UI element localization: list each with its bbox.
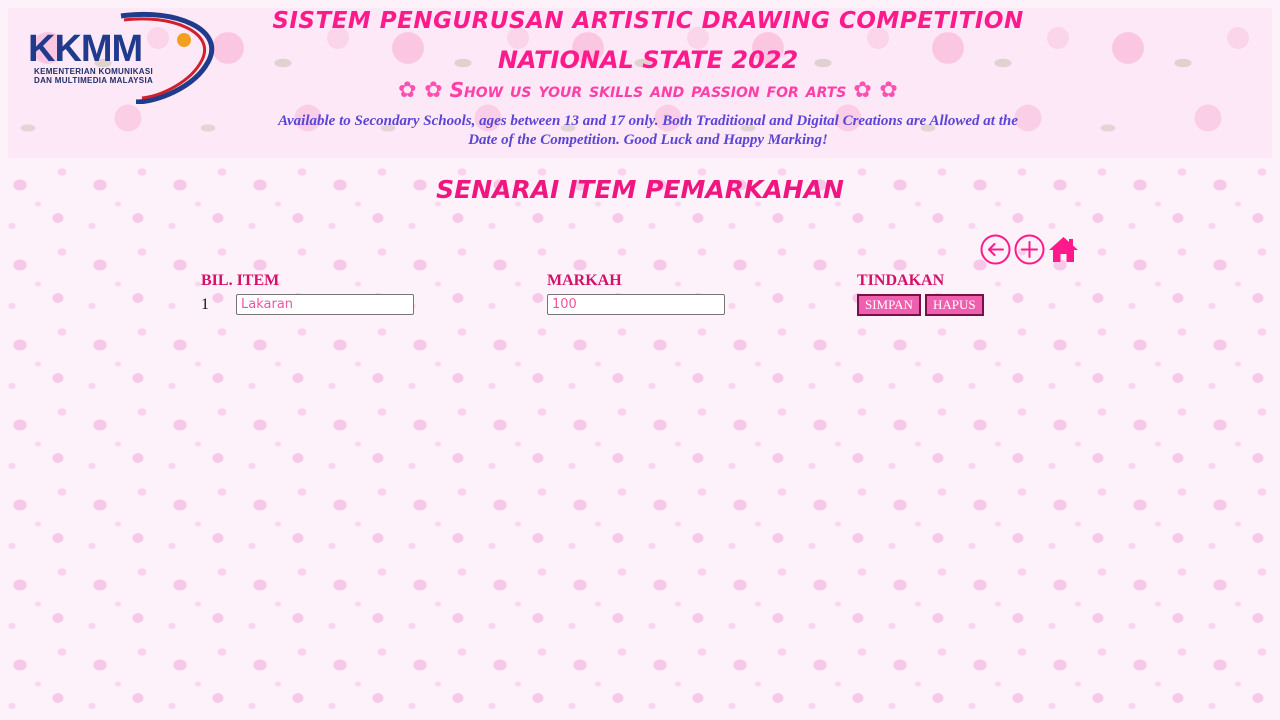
flower-icon: ✿ ✿ (853, 78, 898, 103)
logo-text: KKMM (28, 28, 143, 70)
save-button[interactable]: SIMPAN (857, 294, 921, 316)
item-name-input[interactable] (236, 294, 414, 315)
home-button[interactable] (1048, 234, 1079, 265)
logo-subtitle-line-2: DAN MULTIMEDIA MALAYSIA (34, 76, 154, 85)
tagline-text: Show us your skills and passion for arts (449, 78, 847, 102)
add-item-button[interactable] (1014, 234, 1045, 265)
mark-input[interactable] (547, 294, 725, 315)
competition-info: Available to Secondary Schools, ages bet… (248, 112, 1048, 150)
back-button[interactable] (980, 234, 1011, 265)
column-header-mark: MARKAH (547, 272, 622, 289)
page-header: KKMM KEMENTERIAN KOMUNIKASI DAN MULTIMED… (8, 8, 1272, 158)
home-icon (1049, 236, 1078, 262)
add-icon (1014, 234, 1045, 264)
row-number: 1 (201, 296, 209, 313)
column-header-item: BIL. ITEM (201, 272, 280, 289)
back-arrow-icon (980, 234, 1011, 264)
page-title: SENARAI ITEM PEMARKAHAN (436, 175, 844, 204)
logo-subtitle-line-1: KEMENTERIAN KOMUNIKASI (34, 67, 154, 76)
flower-icon: ✿ ✿ (398, 78, 443, 103)
tagline: ✿ ✿ Show us your skills and passion for … (248, 78, 1048, 103)
system-title-line-1: SISTEM PENGURUSAN ARTISTIC DRAWING COMPE… (272, 8, 1024, 34)
competition-info-line-2: Date of the Competition. Good Luck and H… (468, 132, 828, 148)
toolbar (980, 233, 1079, 265)
kkmm-logo: KKMM KEMENTERIAN KOMUNIKASI DAN MULTIMED… (26, 10, 216, 104)
competition-info-line-1: Available to Secondary Schools, ages bet… (278, 113, 1018, 129)
delete-button[interactable]: HAPUS (925, 294, 984, 316)
system-title-line-2: NATIONAL STATE 2022 (497, 46, 799, 74)
column-header-action: TINDAKAN (857, 272, 945, 289)
